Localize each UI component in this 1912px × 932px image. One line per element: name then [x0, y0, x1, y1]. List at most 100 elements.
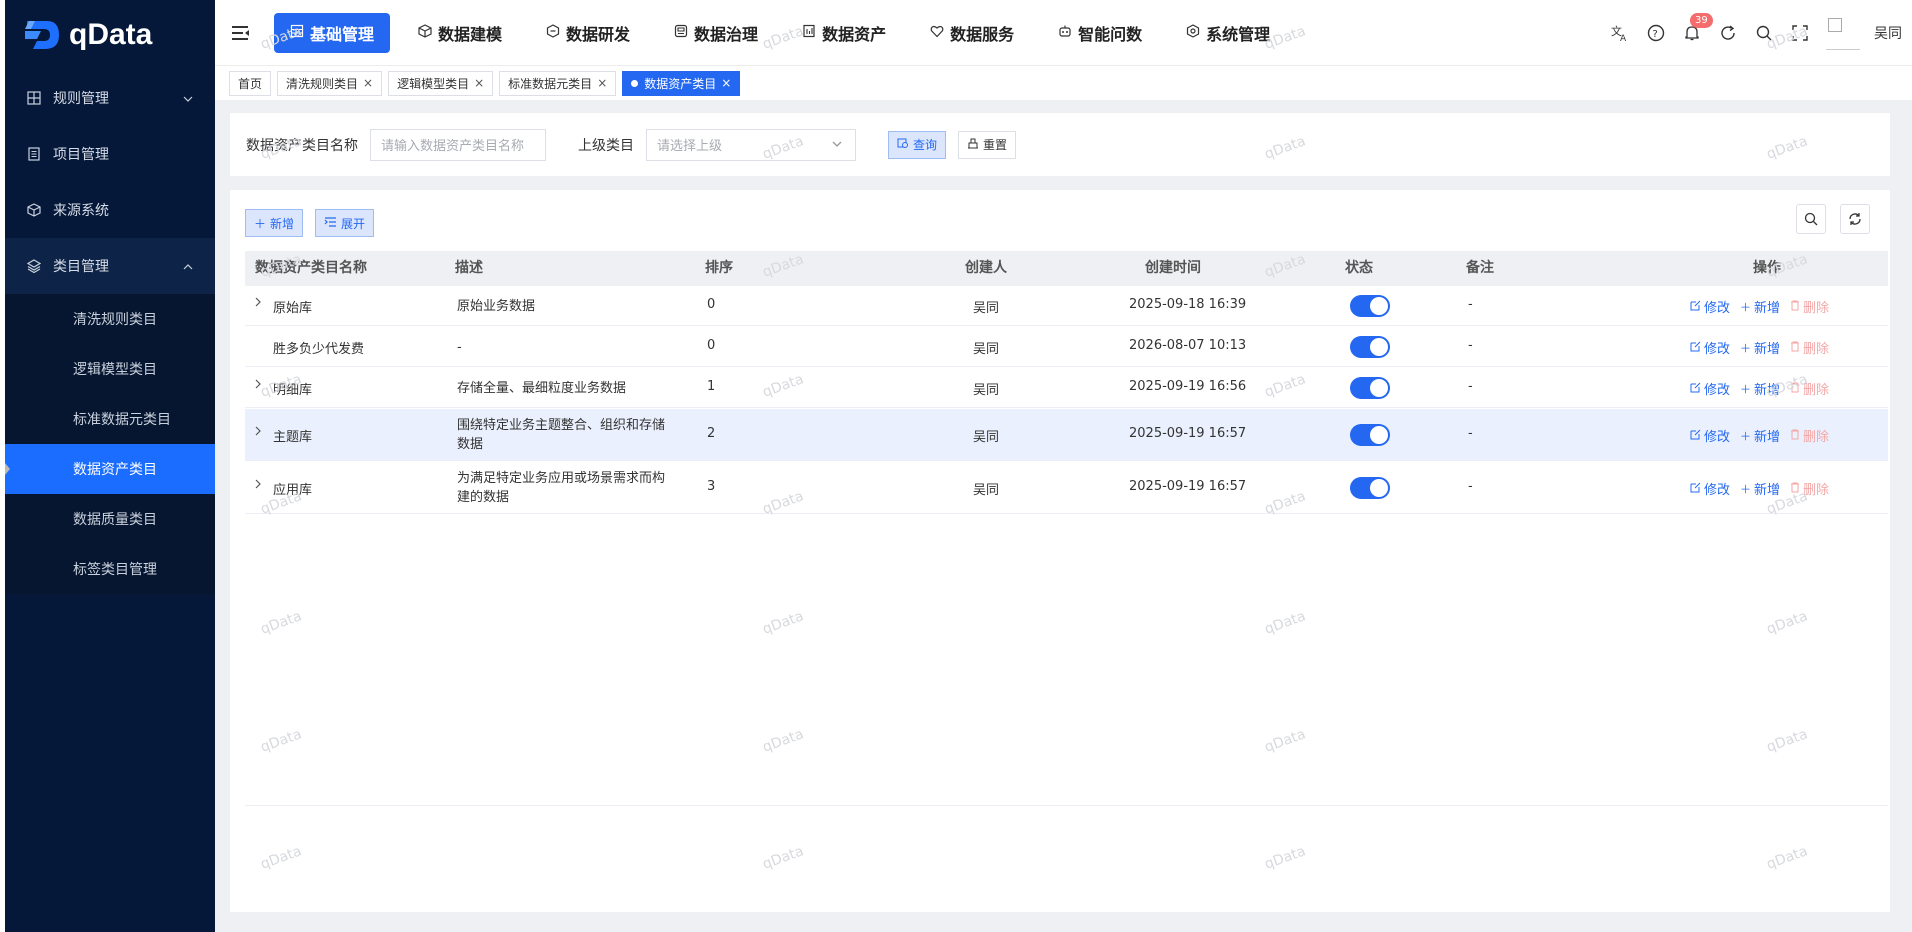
fullscreen-icon[interactable] — [1790, 23, 1810, 43]
nav-item-7[interactable]: 系统管理 — [1170, 13, 1286, 53]
row-creator: 吴同 — [973, 383, 1000, 398]
close-icon[interactable]: × — [597, 76, 607, 90]
name-filter-input[interactable]: 请输入数据资产类目名称 — [370, 128, 546, 161]
add-child-button[interactable]: ＋新增 — [1740, 297, 1780, 317]
delete-button[interactable]: 删除 — [1790, 297, 1829, 316]
edit-button[interactable]: 修改 — [1690, 379, 1730, 398]
chevron-right-icon[interactable] — [253, 425, 263, 441]
col-order-header: 排序 — [705, 260, 733, 276]
close-icon[interactable]: × — [721, 76, 731, 90]
table-row[interactable]: 明细库 存储全量、最细粒度业务数据 1 吴同 2025-09-19 16:56 … — [245, 368, 1888, 408]
sidebar-submenu: 清洗规则类目 逻辑模型类目 标准数据元类目 数据资产类目 数据质量类目 标签类目… — [5, 294, 215, 594]
delete-button[interactable]: 删除 — [1790, 426, 1829, 445]
sidebar-subitem-0[interactable]: 清洗规则类目 — [5, 294, 215, 344]
chevron-up-icon — [183, 260, 193, 276]
edit-icon — [1690, 482, 1701, 496]
status-toggle[interactable] — [1350, 477, 1390, 499]
nav-item-2[interactable]: 数据研发 — [530, 13, 646, 53]
table-search-icon[interactable] — [1796, 204, 1826, 234]
close-icon[interactable]: × — [474, 76, 484, 90]
row-actions: 修改 ＋新增 删除 — [1690, 338, 1829, 357]
add-child-button[interactable]: ＋新增 — [1740, 338, 1781, 358]
sidebar-item-0[interactable]: 规则管理 — [5, 70, 215, 126]
nav-item-label: 数据资产 — [822, 24, 887, 44]
notification-bell-icon[interactable]: 39 — [1682, 13, 1713, 43]
sidebar-subitem-2[interactable]: 标准数据元类目 — [5, 394, 215, 444]
sidebar-item-label: 项目管理 — [53, 147, 109, 163]
help-icon[interactable]: ? — [1646, 23, 1666, 43]
add-button[interactable]: ＋ 新增 — [245, 209, 304, 237]
tab-2[interactable]: 逻辑模型类目 × — [388, 70, 494, 96]
nav-item-label: 数据治理 — [694, 24, 759, 44]
edit-button[interactable]: 修改 — [1690, 479, 1730, 498]
query-icon — [897, 137, 909, 152]
row-name: 主题库 — [273, 430, 313, 445]
parent-filter-placeholder: 请选择上级 — [657, 139, 723, 154]
plus-icon: ＋ — [1740, 482, 1752, 496]
edit-button[interactable]: 修改 — [1690, 338, 1730, 357]
table-row[interactable]: 胜多负少代发费 - 0 吴同 2026-08-07 10:13 - 修改 ＋新增… — [245, 327, 1888, 367]
edit-icon — [1690, 300, 1701, 314]
status-toggle[interactable] — [1350, 295, 1390, 317]
trash-icon — [1790, 482, 1800, 496]
sidebar-item-1[interactable]: 项目管理 — [5, 126, 215, 182]
robot-icon — [1058, 24, 1072, 42]
chevron-right-icon[interactable] — [253, 378, 263, 394]
add-child-label: 新增 — [1754, 342, 1781, 357]
edit-button[interactable]: 修改 — [1690, 297, 1730, 316]
chevron-right-icon[interactable] — [253, 296, 263, 312]
nav-item-3[interactable]: 数据治理 — [658, 13, 774, 53]
tab-0[interactable]: 首页 — [229, 70, 272, 96]
sidebar-item-3[interactable]: 类目管理 — [5, 238, 215, 294]
sidebar-item-2[interactable]: 来源系统 — [5, 182, 215, 238]
nav-item-6[interactable]: 智能问数 — [1042, 13, 1158, 53]
sidebar-subitem-5[interactable]: 标签类目管理 — [5, 544, 215, 594]
query-button[interactable]: 查询 — [888, 130, 947, 159]
sidebar-subitem-3[interactable]: 数据资产类目 — [5, 444, 215, 494]
parent-filter-select[interactable]: 请选择上级 — [646, 128, 856, 161]
logo[interactable]: qData — [5, 0, 215, 70]
edit-button[interactable]: 修改 — [1690, 426, 1730, 445]
user-avatar[interactable] — [1826, 16, 1860, 50]
nav-item-5[interactable]: 数据服务 — [914, 13, 1030, 53]
row-remark: - — [1468, 426, 1473, 441]
username[interactable]: 吴同 — [1874, 23, 1902, 43]
gear-icon — [1186, 23, 1200, 42]
status-toggle[interactable] — [1350, 424, 1390, 446]
reset-button[interactable]: 重置 — [958, 130, 1017, 159]
delete-button[interactable]: 删除 — [1790, 338, 1829, 357]
sidebar-subitem-4[interactable]: 数据质量类目 — [5, 494, 215, 544]
close-icon[interactable]: × — [363, 76, 373, 90]
menu-toggle-icon[interactable] — [232, 25, 250, 41]
row-desc: 存储全量、最细粒度业务数据 — [457, 379, 697, 398]
tab-3[interactable]: 标准数据元类目 × — [499, 70, 617, 96]
tab-1[interactable]: 清洗规则类目 × — [277, 70, 383, 96]
table-row[interactable]: 原始库 原始业务数据 0 吴同 2025-09-18 16:39 - 修改 ＋新… — [245, 286, 1888, 326]
edit-icon — [1690, 341, 1701, 355]
table-row[interactable]: 主题库 围绕特定业务主题整合、组织和存储 数据 2 吴同 2025-09-19 1… — [245, 409, 1888, 461]
delete-button[interactable]: 删除 — [1790, 479, 1829, 498]
table-refresh-icon[interactable] — [1840, 204, 1870, 234]
row-actions: 修改 ＋新增 删除 — [1690, 426, 1829, 445]
nav-item-0[interactable]: 基础管理 — [274, 12, 391, 53]
expand-button[interactable]: 展开 — [315, 209, 375, 237]
sidebar-subitem-1[interactable]: 逻辑模型类目 — [5, 344, 215, 394]
sidebar-subitem-label: 标签类目管理 — [73, 562, 157, 578]
col-ops-header: 操作 — [1753, 260, 1781, 276]
nav-item-1[interactable]: 数据建模 — [402, 13, 518, 53]
plus-icon: ＋ — [1740, 429, 1752, 443]
nav-item-4[interactable]: 数据资产 — [786, 13, 902, 53]
table-row[interactable]: 应用库 为满足特定业务应用或场景需求而构 建的数据 3 吴同 2025-09-19… — [245, 462, 1888, 514]
add-child-button[interactable]: ＋新增 — [1740, 426, 1780, 446]
status-toggle[interactable] — [1350, 377, 1390, 399]
translate-icon[interactable]: 文A — [1610, 23, 1630, 43]
status-toggle[interactable] — [1350, 336, 1390, 358]
tab-4[interactable]: 数据资产类目 × — [622, 70, 741, 96]
add-child-button[interactable]: ＋新增 — [1740, 379, 1780, 399]
chevron-right-icon[interactable] — [253, 478, 263, 494]
add-child-button[interactable]: ＋新增 — [1740, 479, 1780, 499]
search-icon[interactable] — [1754, 23, 1774, 43]
delete-button[interactable]: 删除 — [1790, 379, 1829, 398]
refresh-icon[interactable] — [1718, 23, 1738, 43]
trash-icon — [1790, 382, 1800, 396]
